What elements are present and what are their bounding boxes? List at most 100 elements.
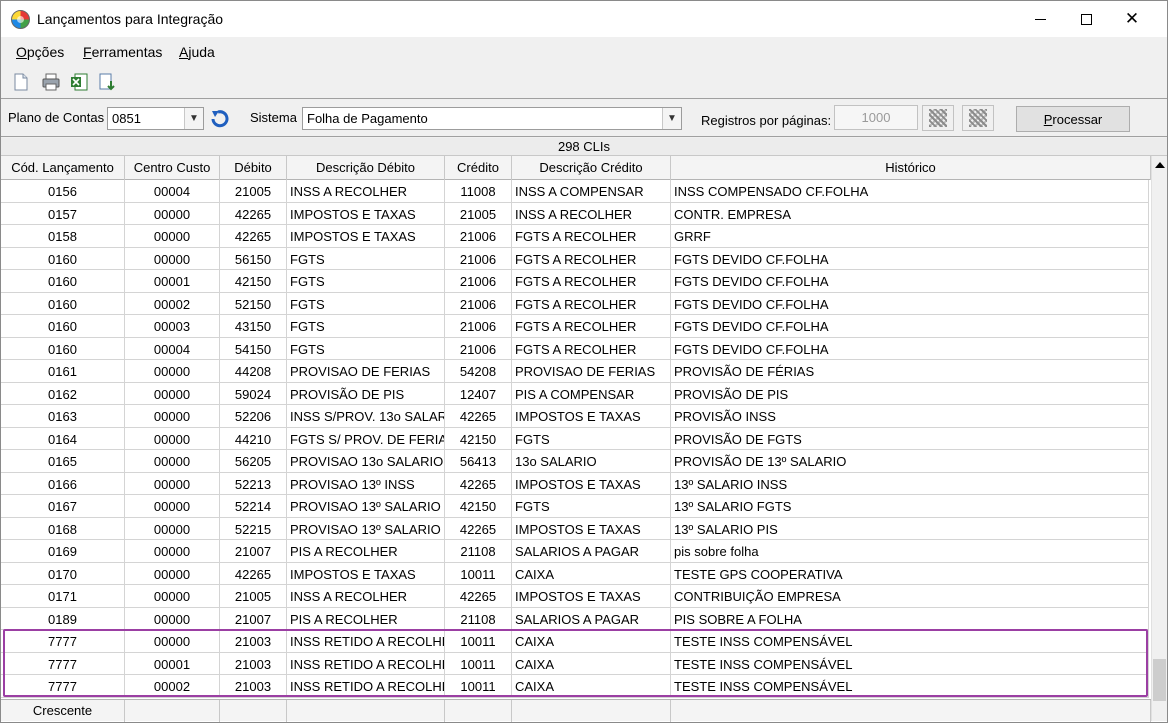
cell-credito[interactable]: 21006 (445, 270, 512, 292)
cell-historico[interactable]: CONTR. EMPRESA (671, 202, 1149, 225)
cell-centro[interactable]: 00000 (125, 202, 220, 225)
cell-credito[interactable]: 56413 (445, 450, 512, 472)
cell-debito[interactable]: 21003 (220, 652, 287, 675)
cell-desc-credito[interactable]: INSS A COMPENSAR (512, 180, 671, 202)
cell-cod[interactable]: 0169 (1, 540, 125, 562)
cell-credito[interactable]: 21108 (445, 540, 512, 562)
cell-desc-credito[interactable]: CAIXA (512, 630, 671, 652)
cell-desc-debito[interactable]: FGTS S/ PROV. DE FERIAS (287, 427, 445, 450)
cell-desc-credito[interactable]: IMPOSTOS E TAXAS (512, 585, 671, 607)
cell-historico[interactable]: TESTE INSS COMPENSÁVEL (671, 652, 1149, 675)
cell-centro[interactable]: 00004 (125, 180, 220, 202)
table-row[interactable]: 0189 00000 21007 PIS A RECOLHER 21108 SALARIO… (1, 607, 1149, 630)
cell-desc-credito[interactable]: PIS A COMPENSAR (512, 382, 671, 405)
print-icon[interactable] (41, 72, 61, 92)
table-row[interactable]: 0171 00000 21005 INSS A RECOLHER 42265 IMPOST… (1, 585, 1149, 608)
cell-centro[interactable]: 00000 (125, 540, 220, 562)
table-row[interactable]: 0170 00000 42265 IMPOSTOS E TAXAS 10011 CAIXA… (1, 562, 1149, 585)
cell-desc-credito[interactable]: CAIXA (512, 675, 671, 697)
cell-centro[interactable]: 00000 (125, 382, 220, 405)
cell-centro[interactable]: 00000 (125, 562, 220, 585)
table-row[interactable]: 0169 00000 21007 PIS A RECOLHER 21108 SALARIO… (1, 540, 1149, 563)
cell-credito[interactable]: 11008 (445, 180, 512, 202)
cell-desc-credito[interactable]: INSS A RECOLHER (512, 202, 671, 225)
cell-desc-credito[interactable]: FGTS (512, 495, 671, 517)
cell-desc-debito[interactable]: PROVISAO 13º SALARIO FGTS (287, 495, 445, 517)
cell-debito[interactable]: 21007 (220, 540, 287, 562)
cell-cod[interactable]: 0168 (1, 517, 125, 540)
cell-cod[interactable]: 7777 (1, 675, 125, 697)
download-export-icon[interactable] (97, 72, 117, 92)
new-document-icon[interactable] (11, 72, 31, 92)
cell-cod[interactable]: 0160 (1, 315, 125, 337)
sistema-combo[interactable]: Folha de Pagamento ▼ (302, 107, 682, 130)
cell-desc-credito[interactable]: FGTS A RECOLHER (512, 337, 671, 360)
cell-desc-credito[interactable]: PROVISAO DE FERIAS (512, 360, 671, 382)
col-header-centro[interactable]: Centro Custo (125, 156, 220, 180)
scroll-thumb[interactable] (1153, 659, 1166, 701)
col-header-debito[interactable]: Débito (220, 156, 287, 180)
cell-historico[interactable]: PROVISÃO DE FGTS (671, 427, 1149, 450)
cell-desc-credito[interactable]: FGTS A RECOLHER (512, 247, 671, 270)
cell-desc-credito[interactable]: SALARIOS A PAGAR (512, 607, 671, 630)
table-row[interactable]: 0160 00002 52150 FGTS 21006 FGTS A RECOLHER FG… (1, 292, 1149, 315)
table-row[interactable]: 0161 00000 44208 PROVISAO DE FERIAS 54208 PRO… (1, 360, 1149, 383)
cell-debito[interactable]: 56150 (220, 247, 287, 270)
cell-credito[interactable]: 42265 (445, 472, 512, 495)
cell-credito[interactable]: 10011 (445, 675, 512, 697)
cell-desc-credito[interactable]: 13o SALARIO (512, 450, 671, 472)
cell-centro[interactable]: 00000 (125, 607, 220, 630)
cell-credito[interactable]: 42150 (445, 427, 512, 450)
table-row[interactable]: 0160 00001 42150 FGTS 21006 FGTS A RECOLHER FG… (1, 270, 1149, 293)
table-row[interactable]: 01670000052214PROVISAO 13º SALARIO FGTS4… (1, 495, 1149, 518)
cell-debito[interactable]: 52214 (220, 495, 287, 517)
cell-desc-debito[interactable]: PIS A RECOLHER (287, 540, 445, 562)
cell-centro[interactable]: 00004 (125, 337, 220, 360)
cell-credito[interactable]: 21005 (445, 202, 512, 225)
cell-cod[interactable]: 0160 (1, 270, 125, 292)
cell-credito[interactable]: 10011 (445, 630, 512, 652)
table-row[interactable]: 0164 00000 44210 FGTS S/ PROV. DE FERIAS 421… (1, 427, 1149, 450)
table-row[interactable]: 7777 00000 21003 INSS RETIDO A RECOLHER 1001… (1, 630, 1149, 653)
next-page-button[interactable] (962, 105, 994, 131)
cell-debito[interactable]: 21005 (220, 585, 287, 607)
table-row[interactable]: 7777 00001 21003 INSS RETIDO A RECOLHER 1001… (1, 652, 1149, 675)
cell-desc-debito[interactable]: INSS A RECOLHER (287, 180, 445, 202)
cell-centro[interactable]: 00002 (125, 675, 220, 697)
cell-debito[interactable]: 56205 (220, 450, 287, 472)
cell-cod[interactable]: 0160 (1, 337, 125, 360)
cell-centro[interactable]: 00003 (125, 315, 220, 337)
cell-desc-debito[interactable]: INSS RETIDO A RECOLHER (287, 630, 445, 652)
cell-desc-debito[interactable]: INSS RETIDO A RECOLHER (287, 652, 445, 675)
cell-credito[interactable]: 10011 (445, 562, 512, 585)
undo-refresh-icon[interactable] (209, 109, 231, 129)
cell-historico[interactable]: FGTS DEVIDO CF.FOLHA (671, 315, 1149, 337)
cell-cod[interactable]: 7777 (1, 630, 125, 652)
cell-debito[interactable]: 44210 (220, 427, 287, 450)
table-row[interactable]: 0165 00000 56205 PROVISAO 13o SALARIO 56413 1… (1, 450, 1149, 473)
close-button[interactable]: ✕ (1109, 1, 1155, 37)
cell-desc-debito[interactable]: PIS A RECOLHER (287, 607, 445, 630)
cell-credito[interactable]: 21006 (445, 337, 512, 360)
cell-desc-credito[interactable]: SALARIOS A PAGAR (512, 540, 671, 562)
cell-debito[interactable]: 42265 (220, 202, 287, 225)
vertical-scrollbar[interactable] (1151, 156, 1167, 721)
cell-historico[interactable]: PROVISÃO DE 13º SALARIO (671, 450, 1149, 472)
cell-centro[interactable]: 00001 (125, 652, 220, 675)
cell-centro[interactable]: 00000 (125, 405, 220, 427)
cell-historico[interactable]: FGTS DEVIDO CF.FOLHA (671, 292, 1149, 315)
cell-desc-credito[interactable]: IMPOSTOS E TAXAS (512, 472, 671, 495)
table-row[interactable]: 7777 00002 21003 INSS RETIDO A RECOLHER 1001… (1, 675, 1149, 698)
cell-debito[interactable]: 21007 (220, 607, 287, 630)
cell-cod[interactable]: 0164 (1, 427, 125, 450)
chevron-down-icon[interactable]: ▼ (184, 108, 203, 129)
cell-credito[interactable]: 10011 (445, 652, 512, 675)
cell-historico[interactable]: PROVISÃO INSS (671, 405, 1149, 427)
cell-historico[interactable]: CONTRIBUIÇÃO EMPRESA (671, 585, 1149, 607)
table-row[interactable]: 0160 00003 43150 FGTS 21006 FGTS A RECOLHER FG… (1, 315, 1149, 338)
cell-credito[interactable]: 12407 (445, 382, 512, 405)
cell-cod[interactable]: 0156 (1, 180, 125, 202)
cell-cod[interactable]: 0160 (1, 292, 125, 315)
cell-historico[interactable]: PROVISÃO DE PIS (671, 382, 1149, 405)
cell-cod[interactable]: 0166 (1, 472, 125, 495)
